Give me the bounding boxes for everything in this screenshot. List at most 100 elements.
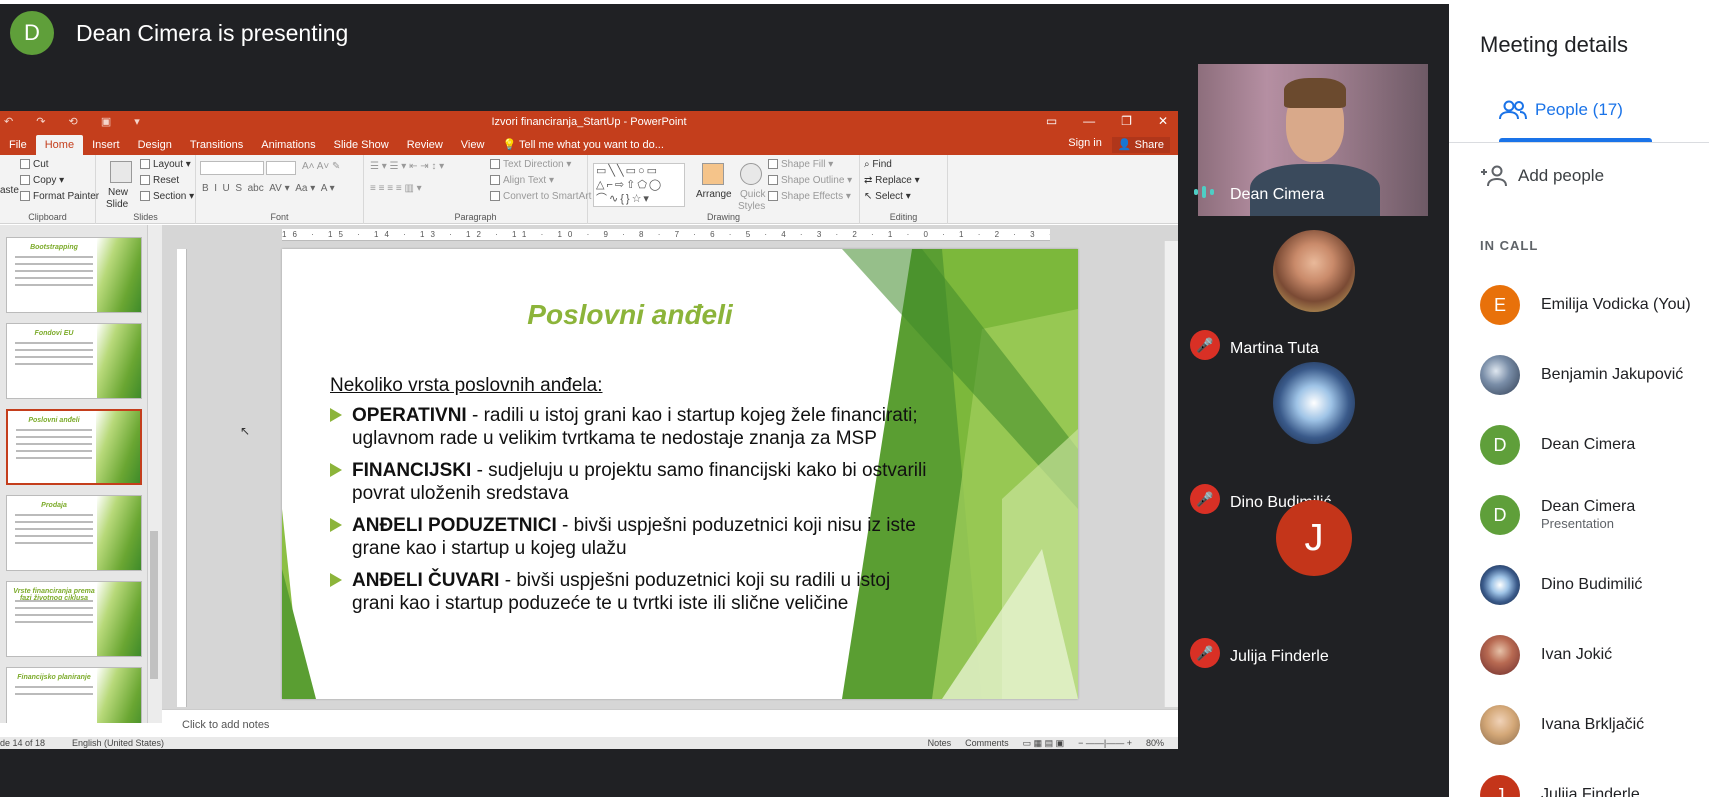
arrange-icon[interactable] [702, 163, 724, 185]
notes-pane[interactable]: Click to add notes [162, 709, 1178, 735]
new-slide-label-2[interactable]: Slide [106, 199, 128, 210]
text-direction-button[interactable]: Text Direction ▾ [490, 159, 571, 170]
participant-list-item[interactable]: Ivana Brkljačić [1480, 705, 1644, 745]
font-size-select[interactable] [266, 161, 296, 175]
shape-outline-button[interactable]: Shape Outline ▾ [768, 175, 852, 186]
view-buttons[interactable]: ▭ ▦ ▤ ▣ [1023, 737, 1065, 749]
shared-screen-powerpoint: ↶ ↷ ⟲ ▣ ▾ Izvori financiranja_StartUp - … [0, 111, 1178, 749]
text-direction-label: Text Direction [503, 159, 564, 170]
tab-file[interactable]: File [0, 135, 36, 155]
bullet-arrow-icon [330, 408, 342, 422]
sign-in-link[interactable]: Sign in [1068, 137, 1102, 153]
slide-thumbnail[interactable]: Vrste financiranja prema fazi životnog c… [6, 581, 142, 657]
cut-label: Cut [33, 159, 49, 170]
slide-counter: de 14 of 18 [0, 738, 46, 748]
comments-toggle[interactable]: Comments [965, 737, 1009, 749]
participant-list-item[interactable]: J Julija Finderle [1480, 775, 1640, 797]
tell-me-box[interactable]: 💡 Tell me what you want to do... [493, 135, 672, 155]
font-family-select[interactable] [200, 161, 264, 175]
participant-tile[interactable]: 🎤 Martina Tuta [1178, 216, 1449, 370]
people-tab-label: People (17) [1535, 100, 1623, 119]
tab-design[interactable]: Design [129, 135, 181, 155]
thumb-background [97, 668, 141, 723]
arrange-label[interactable]: Arrange [696, 189, 732, 200]
slide-title: Poslovni anđeli [527, 299, 733, 330]
presenter-avatar: D [10, 11, 54, 55]
cut-button[interactable]: Cut [20, 159, 49, 170]
tab-transitions[interactable]: Transitions [181, 135, 252, 155]
presenter-title: Dean Cimera is presenting [76, 19, 349, 46]
status-bar: de 14 of 18 English (United States) Note… [0, 737, 1178, 749]
user-icon: 👤 [1117, 139, 1132, 151]
slide-thumbnails-pane: Bootstrapping Fondovi EU Poslovni anđeli… [0, 225, 148, 723]
layout-label: Layout [153, 159, 184, 170]
shape-effects-button[interactable]: Shape Effects ▾ [768, 191, 851, 202]
replace-icon: ⇄ [864, 175, 876, 186]
slide-thumbnail[interactable]: Bootstrapping [6, 237, 142, 313]
add-people-button[interactable]: Add people [1480, 165, 1604, 187]
share-button[interactable]: 👤 Share [1111, 137, 1170, 153]
paste-label[interactable]: aste [0, 185, 19, 196]
copy-button[interactable]: Copy ▾ [20, 175, 64, 186]
participant-list-item[interactable]: Dino Budimilić [1480, 565, 1642, 605]
thumbnail-scroll-thumb[interactable] [150, 531, 158, 679]
slide-thumbnail-selected[interactable]: Poslovni anđeli [6, 409, 142, 485]
shapes-gallery[interactable]: ▭╲╲▭○▭ △⌐⇨⇧⬠◯ ⌒∿{}☆▾ [593, 163, 685, 207]
slide-thumbnail[interactable]: Financijsko planiranje [6, 667, 142, 723]
format-painter-button[interactable]: Format Painter [20, 191, 99, 202]
quick-styles-label-2[interactable]: Styles [738, 201, 765, 212]
people-tab[interactable]: People (17) [1499, 100, 1623, 120]
mic-off-icon: 🎤 [1190, 638, 1220, 668]
quick-styles-label[interactable]: Quick [740, 189, 766, 200]
reset-button[interactable]: Reset [140, 175, 179, 186]
font-grow-shrink[interactable]: A˄ A˅ ✎ [302, 161, 340, 172]
smartart-button[interactable]: Convert to SmartArt ▾ [490, 191, 599, 202]
participant-tile[interactable]: J 🎤 Julija Finderle [1178, 500, 1449, 678]
shape-fill-button[interactable]: Shape Fill ▾ [768, 159, 833, 170]
speaking-indicator-icon [1194, 186, 1214, 198]
tab-insert[interactable]: Insert [83, 135, 129, 155]
list-buttons[interactable]: ☰ ▾ ☰ ▾ ⇤ ⇥ ↕ ▾ [370, 161, 444, 172]
zoom-slider[interactable]: − ——|—— + [1078, 737, 1132, 749]
participant-list-item[interactable]: D Dean Cimera [1480, 425, 1635, 465]
notes-toggle[interactable]: Notes [928, 737, 952, 749]
current-slide[interactable]: Poslovni anđeli Nekoliko vrsta poslovnih… [282, 249, 1078, 699]
participant-tile[interactable]: Dean Cimera [1178, 62, 1449, 216]
participant-list-name: Julija Finderle [1541, 786, 1640, 797]
maximize-icon[interactable]: ❐ [1121, 114, 1132, 128]
tab-animations[interactable]: Animations [252, 135, 324, 155]
font-format-buttons[interactable]: B I U S abc AV ▾ Aa ▾ A ▾ [202, 183, 335, 194]
group-drawing: ▭╲╲▭○▭ △⌐⇨⇧⬠◯ ⌒∿{}☆▾ Arrange Quick Style… [588, 155, 860, 224]
zoom-level[interactable]: 80% [1146, 737, 1164, 749]
language-indicator[interactable]: English (United States) [72, 737, 164, 749]
tab-review[interactable]: Review [398, 135, 452, 155]
close-icon[interactable]: ✕ [1158, 114, 1168, 128]
layout-button[interactable]: Layout ▾ [140, 159, 191, 170]
participant-tiles: Dean Cimera 🎤 Martina Tuta 🎤 Dino Budimi… [1178, 62, 1449, 678]
participant-list-item[interactable]: Ivan Jokić [1480, 635, 1612, 675]
select-button[interactable]: ↖ Select ▾ [864, 191, 911, 202]
participant-list-item[interactable]: Benjamin Jakupović [1480, 355, 1683, 395]
thumb-background [97, 496, 141, 570]
thumb-title: Poslovni anđeli [28, 417, 80, 424]
section-button[interactable]: Section ▾ [140, 191, 194, 202]
slide-thumbnail[interactable]: Prodaja [6, 495, 142, 571]
find-button[interactable]: ⌕ Find [864, 159, 892, 170]
minimize-icon[interactable]: — [1083, 114, 1095, 128]
align-text-button[interactable]: Align Text ▾ [490, 175, 554, 186]
participant-list-name: Ivan Jokić [1541, 646, 1613, 663]
participant-list-item[interactable]: D Dean Cimera Presentation [1480, 495, 1635, 535]
ribbon-display-icon[interactable]: ▭ [1046, 114, 1057, 128]
tab-home[interactable]: Home [35, 135, 84, 155]
slide-thumbnail[interactable]: Fondovi EU [6, 323, 142, 399]
align-buttons[interactable]: ≡ ≡ ≡ ≡ ▥ ▾ [370, 183, 422, 194]
participant-list-item[interactable]: E Emilija Vodicka (You) [1480, 285, 1691, 325]
slide-scrollbar[interactable] [1164, 241, 1178, 707]
new-slide-label[interactable]: New [108, 187, 128, 198]
new-slide-icon[interactable] [110, 161, 132, 183]
quick-styles-icon[interactable] [740, 163, 762, 185]
replace-button[interactable]: ⇄ Replace ▾ [864, 175, 920, 186]
tab-slide-show[interactable]: Slide Show [325, 135, 398, 155]
in-call-heading: IN CALL [1480, 238, 1539, 253]
tab-view[interactable]: View [452, 135, 494, 155]
